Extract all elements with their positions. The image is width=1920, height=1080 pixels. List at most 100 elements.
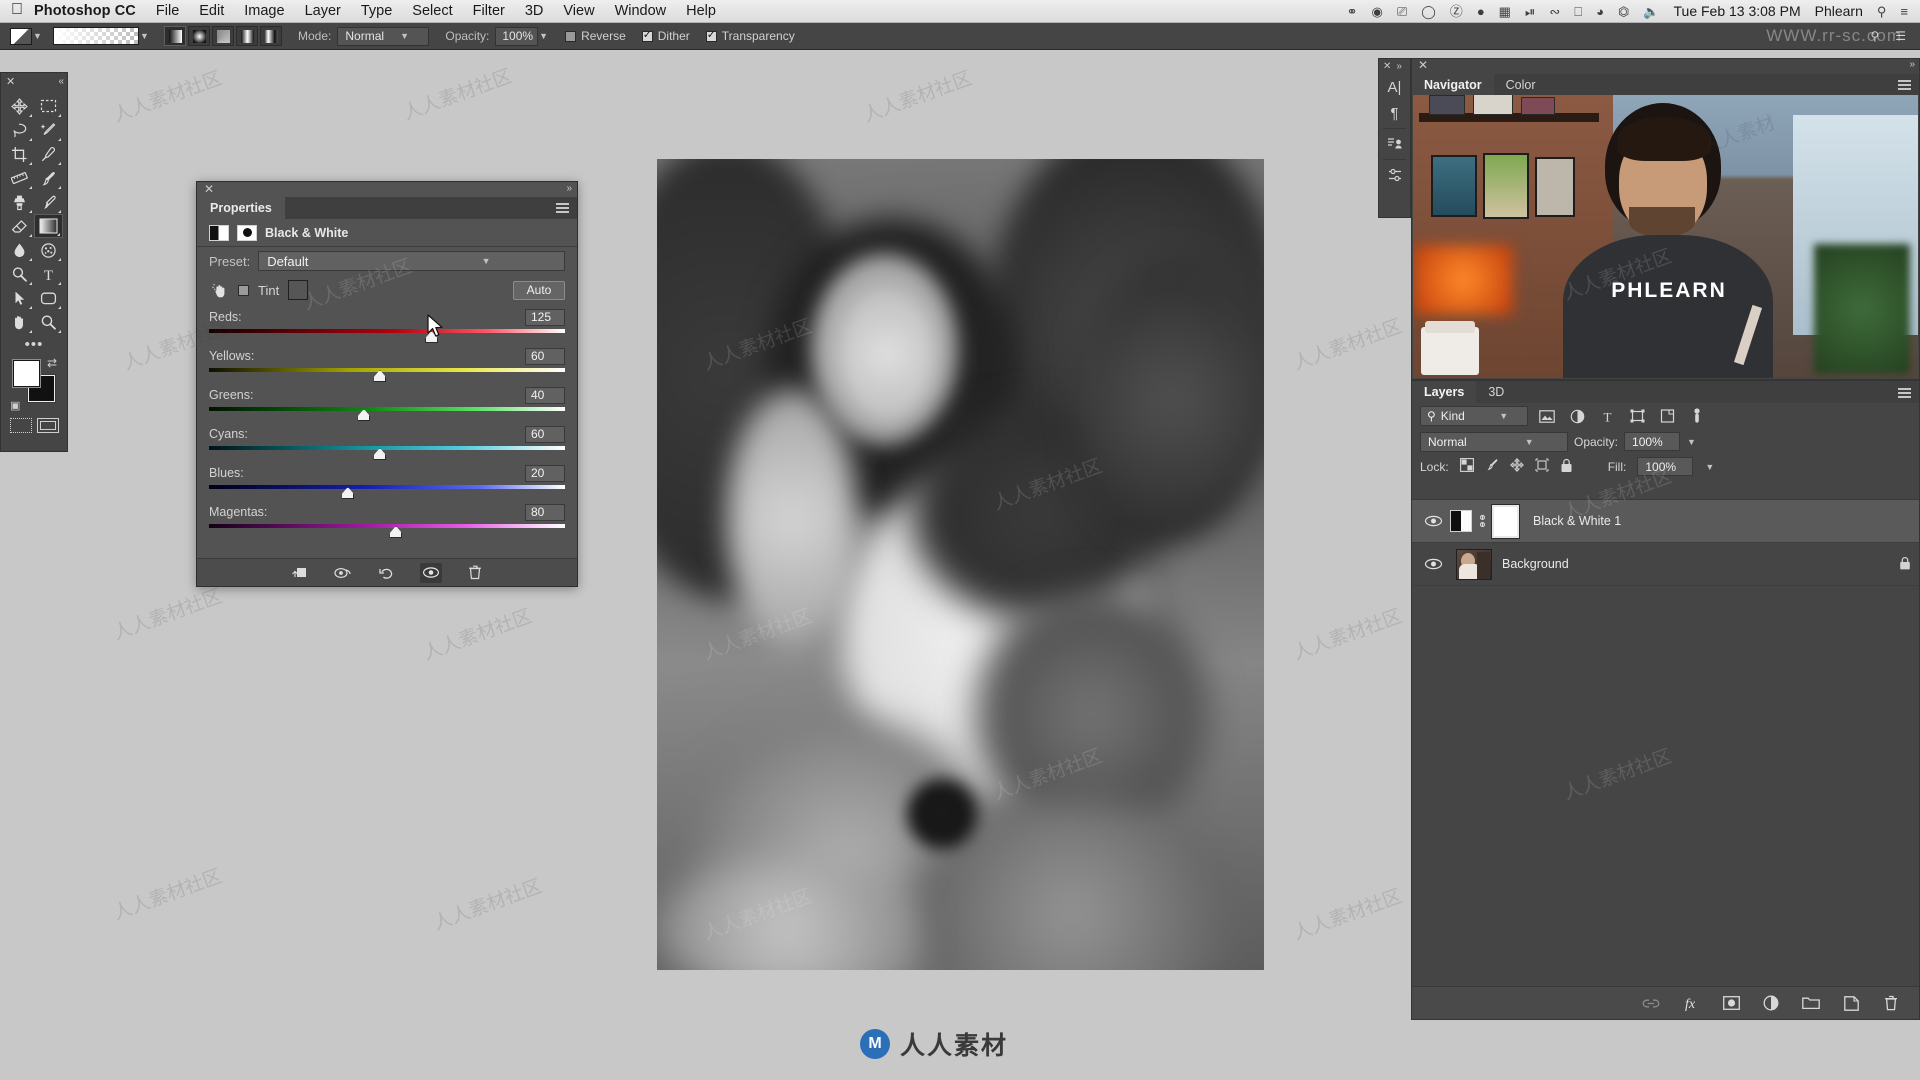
swap-colors-icon[interactable]: ⇄ (47, 356, 57, 370)
slider-value-reds[interactable]: 125 (525, 308, 565, 326)
menu-layer[interactable]: Layer (305, 3, 341, 19)
blend-mode-select[interactable]: Normal ▼ (337, 26, 430, 46)
close-icon[interactable]: ✕ (204, 182, 214, 196)
quick-selection-tool[interactable] (34, 118, 63, 142)
more-tools-button[interactable]: ••• (1, 334, 67, 354)
wifi-icon[interactable]: ◕ (1596, 5, 1604, 18)
menubar-username[interactable]: Phlearn (1815, 3, 1863, 19)
double-chevron-right-icon[interactable]: » (1396, 61, 1402, 72)
tint-color-swatch[interactable] (288, 280, 309, 300)
default-colors-icon[interactable]: ▣ (10, 399, 20, 412)
delete-icon[interactable] (464, 563, 486, 583)
clone-stamp-tool[interactable] (5, 190, 34, 214)
volume-icon[interactable]: 🔈 (1643, 5, 1659, 18)
airplay-icon[interactable]: ⎕ (1574, 5, 1582, 18)
layer-fill-chevron-icon[interactable]: ▼ (1704, 462, 1715, 472)
layer-mask-icon[interactable] (237, 224, 257, 241)
notification-center-icon[interactable]: ≡ (1900, 5, 1908, 18)
menu-file[interactable]: File (156, 3, 179, 19)
slider-track-greens[interactable] (209, 405, 565, 422)
on-image-adjustment-tool-icon[interactable] (209, 280, 229, 300)
type-layers-filter-icon[interactable]: T (1596, 407, 1618, 426)
eraser-tool[interactable] (5, 214, 34, 238)
smart-object-filter-icon[interactable] (1656, 407, 1678, 426)
layer-opacity-input[interactable]: 100% (1624, 432, 1681, 451)
screen-mode-icon[interactable] (36, 418, 59, 433)
tab-3d[interactable]: 3D (1476, 381, 1516, 403)
menu-edit[interactable]: Edit (199, 3, 224, 19)
timemachine-icon[interactable]: ⏯ (1525, 5, 1535, 18)
menu-type[interactable]: Type (361, 3, 392, 19)
menu-app-name[interactable]: Photoshop CC (34, 3, 136, 19)
cc-icon[interactable]: ◉ (1371, 5, 1382, 18)
libraries-panel-icon[interactable] (1379, 131, 1410, 157)
slider-track-yellows[interactable] (209, 366, 565, 383)
layer-opacity-chevron-icon[interactable]: ▼ (1686, 437, 1697, 447)
tool-preset-chevron-icon[interactable]: ▼ (32, 31, 43, 41)
brush-tool[interactable] (34, 166, 63, 190)
ruler-tool[interactable] (5, 166, 34, 190)
close-icon[interactable]: ✕ (1383, 61, 1391, 72)
clock-icon[interactable]: ◯ (1421, 5, 1436, 18)
blur-tool[interactable] (5, 238, 34, 262)
preset-select[interactable]: Default ▼ (258, 251, 565, 271)
document-canvas[interactable] (657, 159, 1264, 970)
slider-track-blues[interactable] (209, 483, 565, 500)
menubar-clock[interactable]: Tue Feb 13 3:08 PM (1674, 3, 1801, 19)
lock-transparent-pixels-icon[interactable] (1459, 458, 1474, 475)
slider-value-blues[interactable]: 20 (525, 464, 565, 482)
gradient-tool[interactable] (34, 214, 63, 238)
slider-value-yellows[interactable]: 60 (525, 347, 565, 365)
menu-view[interactable]: View (563, 3, 594, 19)
layer-style-icon[interactable]: fx (1681, 993, 1701, 1013)
new-adjustment-layer-icon[interactable] (1761, 993, 1781, 1013)
preview-toggle-icon[interactable] (332, 563, 354, 583)
table-row[interactable]: Background (1412, 543, 1919, 586)
eye-icon[interactable] (1420, 515, 1446, 527)
transparency-checkbox[interactable]: Transparency (705, 28, 795, 43)
crop-tool[interactable] (5, 142, 34, 166)
eyedropper-tool[interactable] (34, 142, 63, 166)
diamond-gradient-button[interactable] (260, 26, 282, 46)
delete-layer-icon[interactable] (1881, 993, 1901, 1013)
panel-menu-icon[interactable] (1898, 388, 1911, 400)
shape-layers-filter-icon[interactable] (1626, 407, 1648, 426)
adjustment-thumbnail[interactable] (1450, 510, 1472, 532)
grid-icon[interactable]: ▦ (1499, 5, 1511, 18)
table-row[interactable]: Black & White 1 (1412, 500, 1919, 543)
radial-gradient-button[interactable] (188, 26, 210, 46)
reset-icon[interactable] (376, 563, 398, 583)
path-selection-tool[interactable] (5, 286, 34, 310)
layer-mask-icon[interactable] (1721, 993, 1741, 1013)
battery-icon[interactable]: ● (1477, 5, 1485, 18)
navigator-preview[interactable]: PHLEARN (1413, 95, 1918, 378)
foreground-color-swatch[interactable] (13, 360, 40, 387)
adjustments-panel-icon[interactable] (1379, 162, 1410, 188)
black-and-white-adjustment-icon[interactable] (209, 224, 229, 241)
layer-fill-input[interactable]: 100% (1637, 457, 1694, 476)
gradient-preview-swatch[interactable] (53, 27, 139, 45)
lock-position-icon[interactable] (1509, 458, 1524, 475)
opacity-chevron-icon[interactable]: ▼ (538, 31, 549, 41)
apple-logo-icon[interactable]:  (0, 2, 34, 20)
slider-value-cyans[interactable]: 60 (525, 425, 565, 443)
pixel-layers-filter-icon[interactable] (1536, 407, 1558, 426)
slider-value-magentas[interactable]: 80 (525, 503, 565, 521)
paragraph-panel-icon[interactable]: ¶ (1379, 100, 1410, 126)
eye-icon[interactable] (1420, 558, 1446, 570)
rounded-rectangle-tool[interactable] (34, 286, 63, 310)
layer-blend-mode-select[interactable]: Normal ▼ (1420, 431, 1568, 452)
dropbox-icon[interactable]: ⚭ (1347, 5, 1358, 18)
dollar-icon[interactable]: Ⓩ (1450, 5, 1463, 18)
reflected-gradient-button[interactable] (236, 26, 258, 46)
close-icon[interactable]: ✕ (1418, 58, 1428, 72)
menu-help[interactable]: Help (686, 3, 716, 19)
sponge-tool[interactable] (34, 238, 63, 262)
linear-gradient-button[interactable] (164, 26, 186, 46)
menu-filter[interactable]: Filter (473, 3, 505, 19)
lasso-tool[interactable] (5, 118, 34, 142)
slider-track-cyans[interactable] (209, 444, 565, 461)
move-tool[interactable] (5, 94, 34, 118)
tint-checkbox[interactable] (238, 284, 249, 296)
close-icon[interactable]: ✕ (6, 75, 15, 88)
